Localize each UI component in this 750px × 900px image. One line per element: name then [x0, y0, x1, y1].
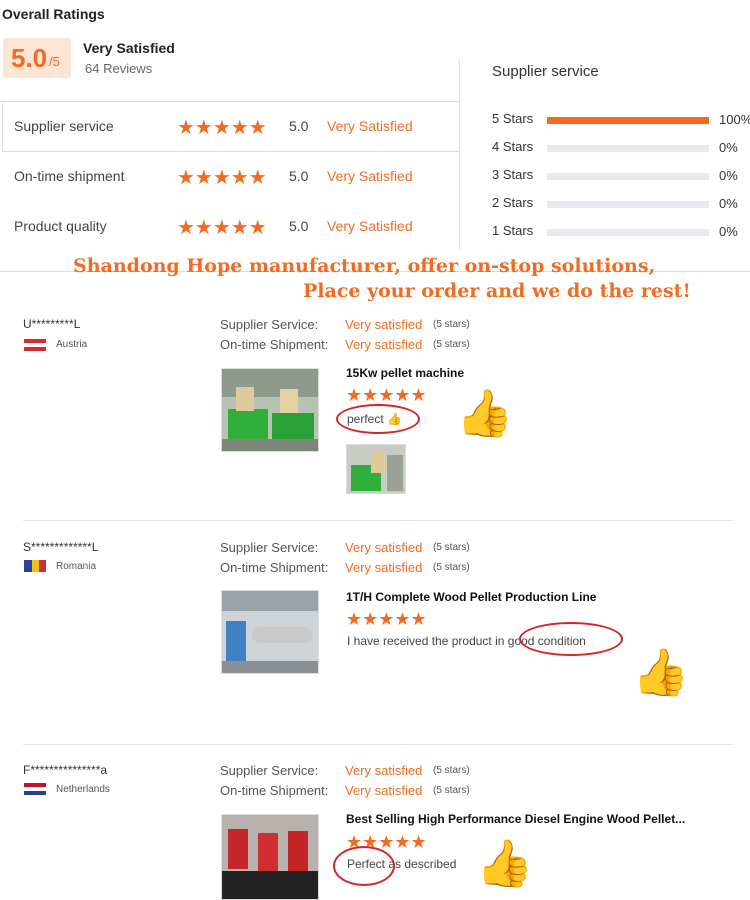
- shipment-label: On-time Shipment:: [220, 337, 329, 352]
- distribution-row: 2 Stars 0%: [492, 195, 750, 215]
- review-item: U*********L Austria Supplier Service: Ve…: [0, 314, 735, 514]
- distribution-row: 5 Stars 100%: [492, 111, 750, 131]
- supplier-service-value: Very satisfied: [345, 317, 423, 332]
- category-text: Very Satisfied: [327, 218, 413, 234]
- shipment-label: On-time Shipment:: [220, 783, 329, 798]
- review-star-rating: ★★★★★: [346, 385, 427, 405]
- distribution-label: 2 Stars: [492, 195, 534, 210]
- category-score: 5.0: [289, 218, 309, 234]
- austria-flag-icon: [24, 339, 46, 351]
- review-item: S*************L Romania Supplier Service…: [0, 537, 735, 737]
- shipment-stars: (5 stars): [433, 339, 470, 350]
- supplier-service-value: Very satisfied: [345, 540, 423, 555]
- distribution-percent: 0%: [719, 168, 738, 183]
- shipment-stars: (5 stars): [433, 785, 470, 796]
- distribution-label: 3 Stars: [492, 167, 534, 182]
- shipment-value: Very satisfied: [345, 783, 423, 798]
- thumbs-up-icon: 👍: [476, 837, 534, 889]
- shipment-stars: (5 stars): [433, 562, 470, 573]
- distribution-row: 1 Stars 0%: [492, 223, 750, 243]
- category-score: 5.0: [289, 168, 309, 184]
- overall-ratings-title: Overall Ratings: [2, 6, 105, 22]
- reviewer-country: Romania: [56, 561, 97, 572]
- highlight-circle: [333, 846, 395, 886]
- supplier-service-label: Supplier Service:: [220, 763, 319, 778]
- product-title[interactable]: Best Selling High Performance Diesel Eng…: [346, 812, 685, 826]
- category-row-supplier-service[interactable]: Supplier service ★★★★★ 5.0 Very Satisfie…: [0, 106, 460, 146]
- review-count[interactable]: 64 Reviews: [85, 61, 152, 76]
- supplier-service-label: Supplier Service:: [220, 540, 319, 555]
- distribution-bar-track: [547, 145, 709, 152]
- category-text: Very Satisfied: [327, 118, 413, 134]
- shipment-value: Very satisfied: [345, 337, 423, 352]
- distribution-percent: 0%: [719, 224, 738, 239]
- review-photo[interactable]: [346, 444, 406, 494]
- review-item: F***************a Netherlands Supplier S…: [0, 760, 735, 900]
- product-thumbnail[interactable]: [221, 814, 319, 900]
- distribution-bar-track: [547, 201, 709, 208]
- divider: [23, 520, 733, 521]
- reviewer-country: Netherlands: [56, 784, 110, 795]
- promo-banner-line1: Shandong Hope manufacturer, offer on-sto…: [73, 255, 656, 277]
- supplier-service-stars: (5 stars): [433, 542, 470, 553]
- overall-score-badge: 5.0 /5: [3, 38, 71, 78]
- category-label: On-time shipment: [14, 168, 125, 184]
- category-row-product-quality[interactable]: Product quality ★★★★★ 5.0 Very Satisfied: [0, 206, 460, 246]
- review-star-rating: ★★★★★: [346, 609, 427, 629]
- distribution-percent: 0%: [719, 196, 738, 211]
- thumbs-up-icon: 👍: [632, 646, 690, 698]
- overall-score-out-of: /5: [49, 54, 60, 69]
- distribution-label: 5 Stars: [492, 111, 534, 126]
- distribution-row: 4 Stars 0%: [492, 139, 750, 159]
- netherlands-flag-icon: [24, 783, 46, 795]
- supplier-service-stars: (5 stars): [433, 765, 470, 776]
- romania-flag-icon: [24, 560, 46, 572]
- reviewer-name: U*********L: [23, 317, 81, 331]
- shipment-value: Very satisfied: [345, 560, 423, 575]
- category-score: 5.0: [289, 118, 309, 134]
- supplier-service-label: Supplier Service:: [220, 317, 319, 332]
- supplier-service-stars: (5 stars): [433, 319, 470, 330]
- distribution-bar-fill: [547, 117, 709, 124]
- distribution-row: 3 Stars 0%: [492, 167, 750, 187]
- category-label: Product quality: [14, 218, 107, 234]
- shipment-label: On-time Shipment:: [220, 560, 329, 575]
- highlight-circle: [519, 622, 623, 656]
- distribution-bar-track: [547, 117, 709, 124]
- product-thumbnail[interactable]: [221, 368, 319, 452]
- overall-score: 5.0: [11, 43, 48, 73]
- category-label: Supplier service: [14, 118, 114, 134]
- star-rating: ★★★★★: [177, 167, 267, 189]
- reviewer-name: S*************L: [23, 540, 99, 554]
- promo-banner-line2: Place your order and we do the rest!: [303, 280, 691, 302]
- distribution-percent: 0%: [719, 140, 738, 155]
- product-thumbnail[interactable]: [221, 590, 319, 674]
- highlight-circle: [336, 404, 420, 434]
- distribution-percent: 100%: [719, 112, 750, 127]
- distribution-label: 4 Stars: [492, 139, 534, 154]
- divider: [459, 60, 460, 102]
- distribution-bar-track: [547, 229, 709, 236]
- reviewer-country: Austria: [56, 339, 88, 350]
- category-row-on-time-shipment[interactable]: On-time shipment ★★★★★ 5.0 Very Satisfie…: [0, 156, 460, 196]
- product-title[interactable]: 1T/H Complete Wood Pellet Production Lin…: [346, 590, 596, 604]
- distribution-bar-track: [547, 173, 709, 180]
- thumbs-up-icon: 👍: [456, 387, 514, 439]
- overall-label: Very Satisfied: [83, 40, 175, 56]
- supplier-service-value: Very satisfied: [345, 763, 423, 778]
- product-title[interactable]: 15Kw pellet machine: [346, 366, 464, 380]
- star-rating: ★★★★★: [177, 117, 267, 139]
- star-rating: ★★★★★: [177, 217, 267, 239]
- reviewer-name: F***************a: [23, 763, 108, 777]
- distribution-label: 1 Stars: [492, 223, 534, 238]
- category-text: Very Satisfied: [327, 168, 413, 184]
- distribution-title: Supplier service: [492, 63, 599, 80]
- divider: [23, 744, 733, 745]
